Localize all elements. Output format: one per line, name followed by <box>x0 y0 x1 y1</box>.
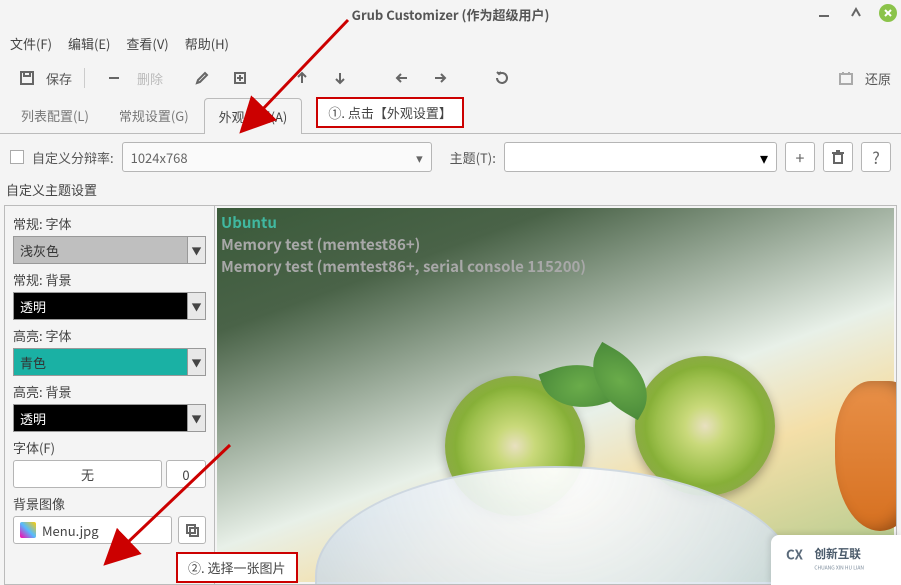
image-thumb-icon <box>20 522 36 538</box>
save-button-label[interactable]: 保存 <box>46 69 72 88</box>
theme-label: 主题(T): <box>450 148 496 167</box>
normal-bg-label: 常规: 背景 <box>13 270 206 289</box>
maximize-button[interactable] <box>847 4 865 22</box>
svg-text:CX: CX <box>786 545 804 564</box>
tab-list-config[interactable]: 列表配置(L) <box>6 97 104 133</box>
custom-resolution-label: 自定义分辩率: <box>32 148 114 167</box>
chevron-down-icon: ▾ <box>760 145 768 169</box>
bg-copy-button[interactable] <box>178 516 206 544</box>
resolution-select[interactable]: 1024x768 ▾ <box>122 142 432 172</box>
chevron-down-icon: ▾ <box>416 148 423 167</box>
menu-bar: 文件(F) 编辑(E) 查看(V) 帮助(H) <box>0 28 901 58</box>
restore-icon[interactable] <box>829 61 863 95</box>
highlight-bg-value: 透明 <box>20 409 46 428</box>
add-icon[interactable] <box>223 61 257 95</box>
resolution-value: 1024x768 <box>131 148 188 167</box>
left-panel: 常规: 字体 浅灰色 ▼ 常规: 背景 透明 ▼ 高亮: 字体 青色 ▼ 高亮:… <box>5 206 215 584</box>
arrow-right-icon[interactable] <box>423 61 457 95</box>
chevron-down-icon: ▼ <box>187 405 205 431</box>
theme-select[interactable]: ▾ <box>504 142 777 172</box>
arrow-down-icon[interactable] <box>323 61 357 95</box>
chevron-down-icon: ▼ <box>187 349 205 375</box>
resolution-row: 自定义分辩率: 1024x768 ▾ 主题(T): ▾ + ? <box>0 134 901 180</box>
arrow-left-icon[interactable] <box>385 61 419 95</box>
preview-line-1: Ubuntu <box>221 212 586 234</box>
save-icon[interactable] <box>10 61 44 95</box>
remove-icon[interactable] <box>97 61 131 95</box>
brand-logo: CX 创新互联 CHUANG XIN HU LIAN <box>771 535 901 585</box>
normal-font-value: 浅灰色 <box>20 241 59 260</box>
svg-text:创新互联: 创新互联 <box>814 545 861 562</box>
highlight-font-label: 高亮: 字体 <box>13 326 206 345</box>
copy-icon <box>183 521 201 539</box>
help-button[interactable]: ? <box>861 142 891 172</box>
callout-select-image: ②. 选择一张图片 <box>176 552 298 583</box>
svg-text:CHUANG XIN HU LIAN: CHUANG XIN HU LIAN <box>814 565 864 572</box>
tab-general-settings[interactable]: 常规设置(G) <box>104 97 204 133</box>
restore-button-label[interactable]: 还原 <box>865 69 891 88</box>
normal-font-label: 常规: 字体 <box>13 214 206 233</box>
font-label: 字体(F) <box>13 438 206 457</box>
close-button[interactable] <box>879 4 897 22</box>
edit-icon[interactable] <box>185 61 219 95</box>
normal-bg-color-select[interactable]: 透明 ▼ <box>13 292 206 320</box>
highlight-bg-color-select[interactable]: 透明 ▼ <box>13 404 206 432</box>
font-select-button[interactable]: 无 <box>13 460 162 488</box>
bg-image-label: 背景图像 <box>13 494 206 513</box>
menu-help[interactable]: 帮助(H) <box>185 34 229 53</box>
help-icon: ? <box>872 145 880 169</box>
plus-icon: + <box>796 145 805 169</box>
menu-view[interactable]: 查看(V) <box>126 34 168 53</box>
minimize-button[interactable] <box>815 4 833 22</box>
reload-icon[interactable] <box>485 61 519 95</box>
trash-icon <box>829 148 847 166</box>
tab-bar: 列表配置(L) 常规设置(G) 外观设置(A) ①. 点击【外观设置】 <box>0 98 901 134</box>
main-split: 常规: 字体 浅灰色 ▼ 常规: 背景 透明 ▼ 高亮: 字体 青色 ▼ 高亮:… <box>4 205 897 585</box>
chevron-down-icon: ▼ <box>187 293 205 319</box>
callout-click-appearance: ①. 点击【外观设置】 <box>316 97 464 128</box>
toolbar: 保存 删除 还原 <box>0 58 901 98</box>
theme-add-button[interactable]: + <box>785 142 815 172</box>
font-size-field[interactable]: 0 <box>166 460 206 488</box>
preview-line-3: Memory test (memtest86+, serial console … <box>221 256 586 278</box>
normal-bg-value: 透明 <box>20 297 46 316</box>
boot-preview: Ubuntu Memory test (memtest86+) Memory t… <box>215 206 896 584</box>
highlight-font-color-select[interactable]: 青色 ▼ <box>13 348 206 376</box>
arrow-up-icon[interactable] <box>285 61 319 95</box>
highlight-bg-label: 高亮: 背景 <box>13 382 206 401</box>
bg-file-button[interactable]: Menu.jpg <box>13 516 172 544</box>
menu-edit[interactable]: 编辑(E) <box>68 34 110 53</box>
normal-font-color-select[interactable]: 浅灰色 ▼ <box>13 236 206 264</box>
menu-file[interactable]: 文件(F) <box>10 34 52 53</box>
chevron-down-icon: ▼ <box>187 237 205 263</box>
custom-resolution-checkbox[interactable] <box>10 150 24 164</box>
delete-button-label[interactable]: 删除 <box>137 69 163 88</box>
theme-delete-button[interactable] <box>823 142 853 172</box>
highlight-font-value: 青色 <box>20 353 46 372</box>
preview-line-2: Memory test (memtest86+) <box>221 234 586 256</box>
title-bar: Grub Customizer (作为超级用户) <box>0 0 901 28</box>
section-custom-theme-label: 自定义主题设置 <box>0 180 901 203</box>
bg-file-name: Menu.jpg <box>42 521 99 540</box>
window-title: Grub Customizer (作为超级用户) <box>352 5 550 24</box>
tab-appearance-settings[interactable]: 外观设置(A) <box>204 98 303 134</box>
